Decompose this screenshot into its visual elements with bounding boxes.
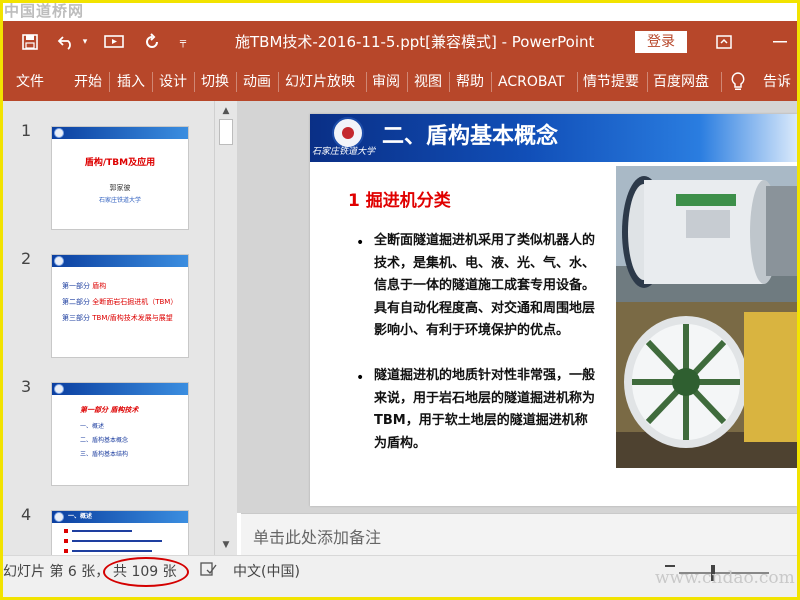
repeat-icon[interactable] [137,21,167,63]
thumb-line-label: 第二部分 [62,298,90,306]
thumbnail-scrollbar[interactable]: ▲ ▼ [214,101,236,555]
slide-heading[interactable]: 二、盾构基本概念 [382,118,558,150]
school-logo-icon [54,256,64,266]
thumb-heading: 一、概述 [68,513,93,520]
school-logo-icon [54,512,64,522]
highlight-circle [103,557,189,587]
tab-baidu-netdisk[interactable]: 百度网盘 [653,63,709,101]
tab-design[interactable]: 设计 [159,63,187,101]
thumb-item: 二、盾构基本概念 [80,437,129,444]
lightbulb-icon[interactable] [731,63,745,101]
watermark-top: 中国道桥网 [4,2,85,20]
notes-placeholder[interactable]: 单击此处添加备注 [253,524,381,548]
slide-thumbnail-3[interactable]: 第一部分 盾构技术 一、概述 二、盾构基本概念 三、盾构基本结构 [51,382,189,486]
tab-help[interactable]: 帮助 [456,63,484,101]
tbm-machine-photo[interactable] [616,166,797,302]
thumb-line-label: 第一部分 [62,282,90,290]
thumb-line-value: 全断面岩石掘进机（TBM） [92,298,178,306]
ribbon-display-options-icon[interactable] [709,21,739,63]
tab-transitions[interactable]: 切换 [201,63,229,101]
slide-subheading[interactable]: 1 掘进机分类 [348,186,451,211]
thumb-item: 三、盾构基本结构 [80,451,129,458]
slide-thumbnail-2[interactable]: 第一部分 盾构 第二部分 全断面岩石掘进机（TBM） 第三部分 TBM/盾构技术… [51,254,189,358]
thumb-author: 郭家彼 [109,184,131,192]
thumbnail-pane: 1 盾构/TBM及应用 郭家彼 石家庄铁道大学 2 第一部分 盾构 第二部分 全… [3,101,237,555]
bullet-paragraph-2[interactable]: 隧道掘进机的地质针对性非常强，一般来说，用于岩石地层的隧道掘进机称为TBM，用于… [374,365,600,455]
customize-toolbar-icon[interactable]: ╤ [173,21,193,63]
thumb-title: 盾构/TBM及应用 [84,158,156,168]
slide-thumbnail-1[interactable]: 盾构/TBM及应用 郭家彼 石家庄铁道大学 [51,126,189,230]
bullet-dot-icon: • [356,235,365,251]
tab-storyboard[interactable]: 情节提要 [583,63,639,101]
bullet-paragraph-1[interactable]: 全断面隧道掘进机采用了类似机器人的技术，是集机、电、液、光、气、水、信息于一体的… [374,230,600,343]
slideshow-icon[interactable] [99,21,129,63]
title-bar: ▾ ╤ 施TBM技术-2016-11-5.ppt[兼容模式] - PowerPo… [3,21,797,63]
undo-icon[interactable] [53,21,79,63]
scrollbar-thumb[interactable] [219,119,233,145]
slide-counter: 幻灯片 第 6 张， [3,564,110,580]
tab-review[interactable]: 审阅 [372,63,400,101]
school-name: 石家庄铁道大学 [312,147,376,157]
tab-view[interactable]: 视图 [414,63,442,101]
login-button[interactable]: 登录 [635,31,687,53]
tab-home[interactable]: 开始 [74,63,102,101]
bullet-dot-icon: • [356,370,365,386]
thumb-line-value: TBM/盾构技术发展与展望 [92,314,173,322]
shield-cutterhead-photo[interactable] [616,302,797,468]
thumb-item: 一、概述 [80,423,105,430]
school-logo-icon [54,128,64,138]
current-slide[interactable]: 石家庄铁道大学 二、盾构基本概念 1 掘进机分类 • 全断面隧道掘进机采用了类似… [310,114,797,506]
thumb-heading: 第一部分 盾构技术 [80,406,139,414]
ribbon-tabs: 文件 开始 插入 设计 切换 动画 幻灯片放映 审阅 视图 帮助 ACROBAT… [3,63,797,101]
document-title: 施TBM技术-2016-11-5.ppt[兼容模式] - PowerPoint [235,33,595,51]
save-icon[interactable] [15,21,45,63]
undo-dropdown-icon[interactable]: ▾ [79,21,91,63]
tab-file[interactable]: 文件 [16,63,44,101]
spellcheck-icon[interactable] [199,561,217,581]
minimize-icon[interactable] [765,21,795,63]
scroll-down-icon[interactable]: ▼ [218,538,234,552]
notes-pane[interactable]: 单击此处添加备注 [241,513,797,555]
thumb-org: 石家庄铁道大学 [98,197,141,204]
thumbnail-number: 3 [21,377,32,396]
thumb-line-value: 盾构 [92,282,107,290]
zoom-out-icon[interactable] [665,565,675,567]
tab-animations[interactable]: 动画 [243,63,271,101]
slide-thumbnail-4[interactable]: 一、概述 [51,510,189,555]
tab-acrobat[interactable]: ACROBAT [498,63,565,101]
school-logo-icon [54,384,64,394]
thumb-line-label: 第三部分 [62,314,90,322]
language-indicator[interactable]: 中文(中国) [233,561,300,581]
watermark-bottom: www.cndao.com [655,568,795,588]
tab-slideshow[interactable]: 幻灯片放映 [285,63,355,101]
slide-banner: 石家庄铁道大学 二、盾构基本概念 [310,114,797,162]
tab-insert[interactable]: 插入 [117,63,145,101]
tell-me-box[interactable]: 告诉 [763,63,791,101]
thumbnail-number: 2 [21,249,32,268]
thumbnail-number: 1 [21,121,32,140]
scroll-up-icon[interactable]: ▲ [218,104,234,118]
thumbnail-number: 4 [21,505,32,524]
